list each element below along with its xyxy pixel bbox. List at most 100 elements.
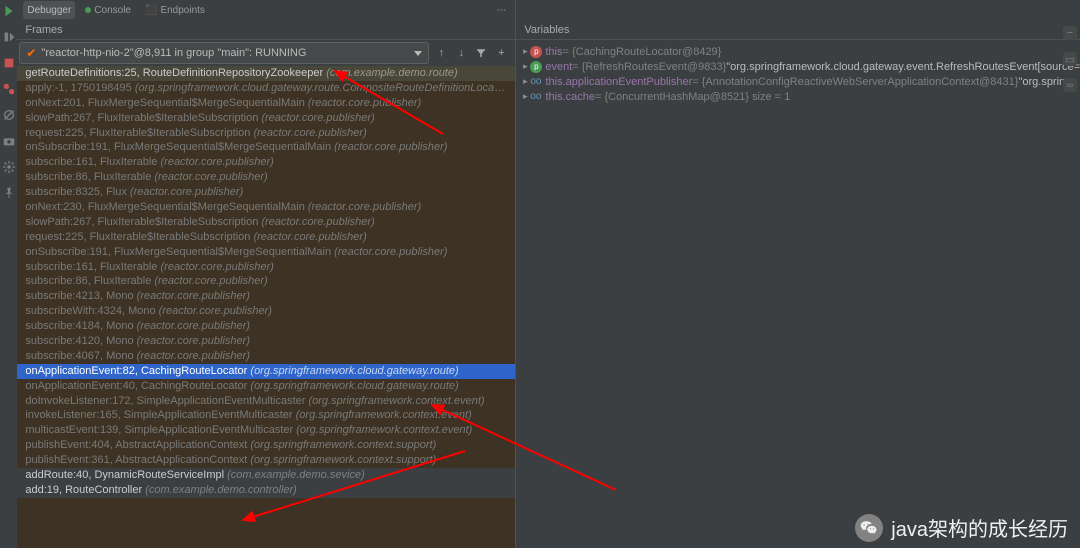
stack-frame[interactable]: subscribe:4120, Mono (reactor.core.publi… [17,334,515,349]
stack-frame[interactable]: onApplicationEvent:82, CachingRouteLocat… [17,364,515,379]
next-frame-icon[interactable]: ↓ [453,45,469,61]
frame-package: (com.example.demo.sevice) [227,469,365,481]
frame-text: subscribe:86, FluxIterable [25,171,154,183]
expand-icon[interactable]: ▸ [520,46,530,57]
frame-package: (org.springframework.context.event) [296,424,472,436]
stack-frame[interactable]: subscribe:161, FluxIterable (reactor.cor… [17,260,515,275]
stack-frame[interactable]: onSubscribe:191, FluxMergeSequential$Mer… [17,140,515,155]
stack-frame[interactable]: getRouteDefinitions:25, RouteDefinitionR… [17,66,515,81]
stack-frame[interactable]: subscribe:4213, Mono (reactor.core.publi… [17,289,515,304]
frame-text: subscribe:4067, Mono [25,350,136,362]
variables-pane: Variables ▸pthis = {CachingRouteLocator@… [515,0,1080,548]
stack-frame[interactable]: publishEvent:404, AbstractApplicationCon… [17,438,515,453]
frame-package: (org.springframework.context.event) [296,409,472,421]
filter-icon[interactable] [473,45,489,61]
infinity-icon[interactable]: ∞ [1063,78,1077,92]
variable-row[interactable]: ▸oothis.applicationEventPublisher = {Ann… [516,74,1080,89]
stack-frame[interactable]: addRoute:40, DynamicRouteServiceImpl (co… [17,468,515,483]
param-icon: p [530,61,542,73]
frame-package: (reactor.core.publisher) [137,290,250,302]
frame-package: (reactor.core.publisher) [261,216,374,228]
frame-package: (reactor.core.publisher) [159,305,272,317]
stack-frames-list[interactable]: getRouteDefinitions:25, RouteDefinitionR… [17,66,515,548]
mute-icon[interactable] [2,108,16,122]
variables-header: Variables [516,20,1080,40]
tab-debugger[interactable]: Debugger [23,1,75,19]
stack-frame[interactable]: subscribe:161, FluxIterable (reactor.cor… [17,155,515,170]
tab-console-label: Console [94,5,131,16]
frames-header: Frames [17,20,515,40]
frame-text: subscribeWith:4324, Mono [25,305,158,317]
frame-text: slowPath:267, FluxIterable$IterableSubsc… [25,112,261,124]
stack-frame[interactable]: subscribe:4184, Mono (reactor.core.publi… [17,319,515,334]
watch-icon: oo [530,91,541,102]
add-icon[interactable]: + [493,45,509,61]
tab-console[interactable]: Console [81,1,135,19]
frame-package: (reactor.core.publisher) [161,156,274,168]
variable-row[interactable]: ▸pevent = {RefreshRoutesEvent@9833} "org… [516,59,1080,74]
stack-frame[interactable]: request:225, FluxIterable$IterableSubscr… [17,230,515,245]
frame-package: (com.example.demo.route) [326,67,457,79]
prev-frame-icon[interactable]: ↑ [433,45,449,61]
frame-text: doInvokeListener:172, SimpleApplicationE… [25,395,308,407]
stack-frame[interactable]: add:19, RouteController (com.example.dem… [17,483,515,498]
variables-tree[interactable]: ▸pthis = {CachingRouteLocator@8429}▸peve… [516,40,1080,548]
stack-frame[interactable]: onApplicationEvent:40, CachingRouteLocat… [17,379,515,394]
variable-row[interactable]: ▸pthis = {CachingRouteLocator@8429} [516,44,1080,59]
thread-row: ✔ "reactor-http-nio-2"@8,911 in group "m… [17,40,515,66]
stack-frame[interactable]: request:225, FluxIterable$IterableSubscr… [17,126,515,141]
frame-text: subscribe:8325, Flux [25,186,130,198]
expand-icon[interactable]: ▸ [520,61,530,72]
stack-frame[interactable]: multicastEvent:139, SimpleApplicationEve… [17,423,515,438]
frame-text: onApplicationEvent:82, CachingRouteLocat… [25,365,250,377]
expand-icon[interactable]: ▸ [520,91,530,102]
stack-frame[interactable]: subscribe:86, FluxIterable (reactor.core… [17,274,515,289]
stack-frame[interactable]: publishEvent:361, AbstractApplicationCon… [17,453,515,468]
frame-package: (reactor.core.publisher) [137,320,250,332]
frame-text: publishEvent:404, AbstractApplicationCon… [25,439,250,451]
tab-debugger-label: Debugger [27,5,71,16]
stack-frame[interactable]: subscribe:86, FluxIterable (reactor.core… [17,170,515,185]
stack-frame[interactable]: subscribe:4067, Mono (reactor.core.publi… [17,349,515,364]
frame-package: (reactor.core.publisher) [334,141,447,153]
var-name: this.applicationEventPublisher [545,76,692,88]
layout-icon[interactable]: ▭ [1063,52,1077,66]
settings-icon[interactable] [2,160,16,174]
stack-frame[interactable]: subscribe:8325, Flux (reactor.core.publi… [17,185,515,200]
stack-frame[interactable]: invokeListener:165, SimpleApplicationEve… [17,408,515,423]
rerun-icon[interactable] [2,4,16,18]
var-value: = {CachingRouteLocator@8429} [562,46,721,58]
stack-frame[interactable]: doInvokeListener:172, SimpleApplicationE… [17,394,515,409]
frame-package: (org.springframework.context.support) [250,454,436,466]
stack-frame[interactable]: apply:-1, 1750198495 (org.springframewor… [17,81,515,96]
more-icon[interactable]: ⋯ [493,2,509,18]
stack-frame[interactable]: subscribeWith:4324, Mono (reactor.core.p… [17,304,515,319]
frame-package: (reactor.core.publisher) [253,231,366,243]
stack-frame[interactable]: onNext:230, FluxMergeSequential$MergeSeq… [17,200,515,215]
var-value: = {AnnotationConfigReactiveWebServerAppl… [692,76,1018,88]
camera-icon[interactable] [2,134,16,148]
expand-icon[interactable]: ▸ [520,76,530,87]
frame-package: (reactor.core.publisher) [261,112,374,124]
tab-endpoints[interactable]: ⬛Endpoints [141,1,209,19]
frame-package: (org.springframework.cloud.gateway.route… [250,380,458,392]
stack-frame[interactable]: slowPath:267, FluxIterable$IterableSubsc… [17,215,515,230]
thread-selector[interactable]: ✔ "reactor-http-nio-2"@8,911 in group "m… [19,42,429,64]
variable-row[interactable]: ▸oothis.cache = {ConcurrentHashMap@8521}… [516,89,1080,104]
stack-frame[interactable]: onSubscribe:191, FluxMergeSequential$Mer… [17,245,515,260]
resume-icon[interactable] [2,30,16,44]
stack-frame[interactable]: onNext:201, FluxMergeSequential$MergeSeq… [17,96,515,111]
left-gutter [0,0,17,548]
chevron-down-icon [414,51,422,56]
collapse-icon[interactable]: − [1063,26,1077,40]
var-name: this.cache [545,91,595,103]
frame-text: request:225, FluxIterable$IterableSubscr… [25,127,253,139]
frame-package: (reactor.core.publisher) [130,186,243,198]
frame-package: (reactor.core.publisher) [308,201,421,213]
view-breakpoints-icon[interactable] [2,82,16,96]
stack-frame[interactable]: slowPath:267, FluxIterable$IterableSubsc… [17,111,515,126]
param-icon: p [530,46,542,58]
frame-text: publishEvent:361, AbstractApplicationCon… [25,454,250,466]
pin-icon[interactable] [2,186,16,200]
stop-icon[interactable] [2,56,16,70]
